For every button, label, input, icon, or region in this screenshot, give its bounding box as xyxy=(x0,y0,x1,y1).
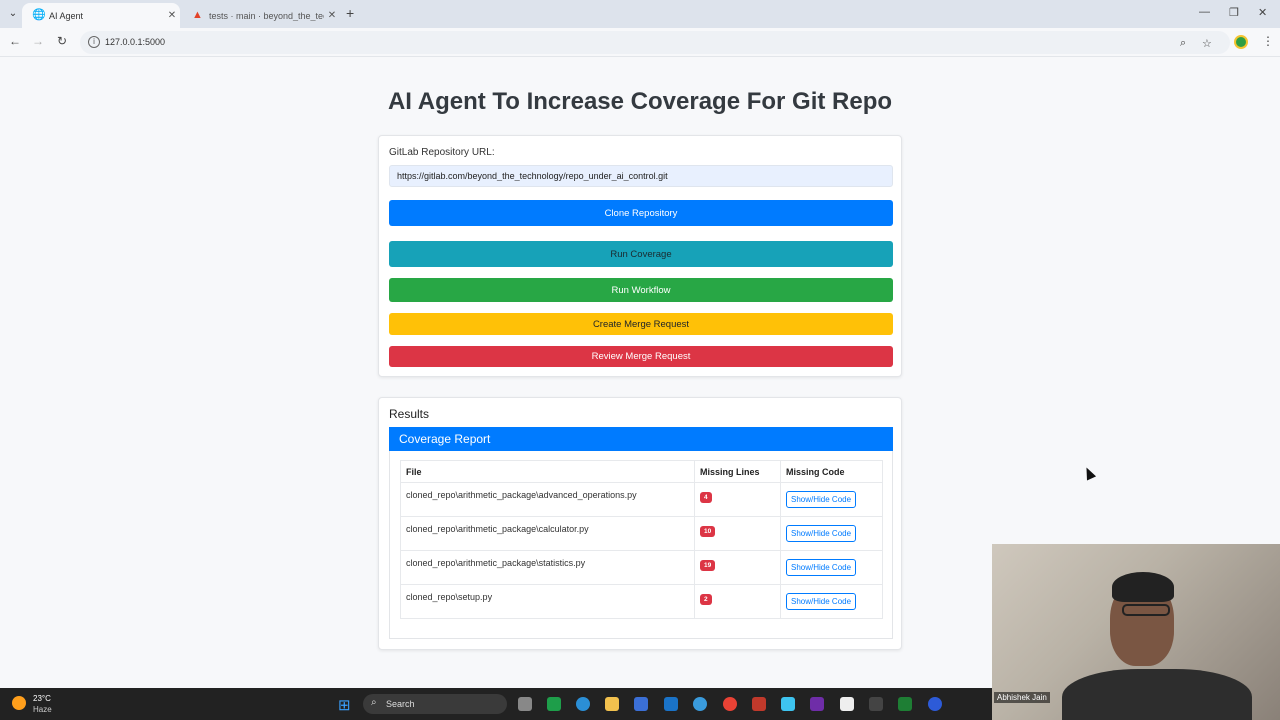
column-header-missing-lines: Missing Lines xyxy=(694,460,781,483)
file-cell: cloned_repo\arithmetic_package\advanced_… xyxy=(400,482,695,517)
show-hide-code-button[interactable]: Show/Hide Code xyxy=(786,525,857,542)
mouse-cursor-icon xyxy=(1081,465,1097,481)
show-hide-code-button[interactable]: Show/Hide Code xyxy=(786,593,857,610)
zoom-app-icon[interactable] xyxy=(928,697,942,711)
webcam-person-glasses xyxy=(1122,604,1170,616)
globe-icon: 🌐 xyxy=(32,9,46,21)
missing-lines-badge: 2 xyxy=(700,594,712,605)
app-icon[interactable] xyxy=(752,697,766,711)
taskbar-search[interactable]: ⌕ Search xyxy=(363,694,507,714)
coverage-table: File Missing Lines Missing Code cloned_r… xyxy=(400,460,883,619)
taskbar-search-label: Search xyxy=(386,699,415,709)
results-title: Results xyxy=(389,407,430,421)
file-explorer-icon[interactable] xyxy=(605,697,619,711)
missing-lines-badge: 19 xyxy=(700,560,716,571)
missing-lines-cell: 2 xyxy=(694,584,781,619)
table-row: cloned_repo\arithmetic_package\calculato… xyxy=(400,516,883,551)
repo-url-label: GitLab Repository URL: xyxy=(389,147,495,158)
menu-kebab-icon[interactable]: ⋮ xyxy=(1262,34,1274,48)
table-row: cloned_repo\arithmetic_package\statistic… xyxy=(400,550,883,585)
minimize-icon[interactable]: — xyxy=(1199,6,1210,18)
address-bar[interactable]: i 127.0.0.1:5000 ⌕ ☆ xyxy=(80,31,1230,54)
column-header-missing-code: Missing Code xyxy=(780,460,883,483)
docker-icon[interactable] xyxy=(693,697,707,711)
new-tab-icon[interactable]: + xyxy=(346,5,354,21)
file-cell: cloned_repo\arithmetic_package\statistic… xyxy=(400,550,695,585)
file-cell: cloned_repo\arithmetic_package\calculato… xyxy=(400,516,695,551)
coverage-report-body: File Missing Lines Missing Code cloned_r… xyxy=(389,451,893,639)
windows-start-icon[interactable]: ⊞ xyxy=(338,696,351,714)
store-icon[interactable] xyxy=(634,697,648,711)
search-icon: ⌕ xyxy=(371,697,377,708)
address-url: 127.0.0.1:5000 xyxy=(105,37,166,47)
table-row: cloned_repo\arithmetic_package\advanced_… xyxy=(400,482,883,517)
zoom-icon[interactable]: ⌕ xyxy=(1180,37,1186,50)
show-hide-code-button[interactable]: Show/Hide Code xyxy=(786,559,857,576)
restore-icon[interactable]: ❐ xyxy=(1229,6,1239,19)
tab-title: tests · main · beyond_the_techn xyxy=(209,10,324,21)
missing-code-cell: Show/Hide Code xyxy=(780,584,883,619)
results-card: Results Coverage Report File Missing Lin… xyxy=(378,397,902,650)
reload-icon[interactable]: ↻ xyxy=(54,34,70,48)
webcam-name-label: Abhishek Jain xyxy=(994,692,1050,703)
table-row: cloned_repo\setup.py 2 Show/Hide Code xyxy=(400,584,883,619)
task-view-icon[interactable] xyxy=(518,697,532,711)
browser-toolbar: ← → ↻ i 127.0.0.1:5000 ⌕ ☆ xyxy=(0,28,1280,57)
back-icon[interactable]: ← xyxy=(7,34,23,48)
chrome-icon[interactable] xyxy=(723,697,737,711)
webcam-person-hair xyxy=(1112,572,1174,602)
missing-lines-cell: 19 xyxy=(694,550,781,585)
missing-code-cell: Show/Hide Code xyxy=(780,516,883,551)
table-header-row: File Missing Lines Missing Code xyxy=(400,460,883,483)
review-merge-request-button[interactable]: Review Merge Request xyxy=(389,346,893,367)
gitlab-icon: ▲ xyxy=(192,9,203,21)
missing-code-cell: Show/Hide Code xyxy=(780,550,883,585)
column-header-file: File xyxy=(400,460,695,483)
terminal-icon[interactable] xyxy=(869,697,883,711)
repo-url-input[interactable] xyxy=(389,165,893,187)
file-cell: cloned_repo\setup.py xyxy=(400,584,695,619)
bookmark-star-icon[interactable]: ☆ xyxy=(1202,37,1212,50)
edge-icon[interactable] xyxy=(576,697,590,711)
missing-lines-cell: 10 xyxy=(694,516,781,551)
create-merge-request-button[interactable]: Create Merge Request xyxy=(389,313,893,335)
weather-icon[interactable] xyxy=(12,696,26,710)
profile-avatar[interactable] xyxy=(1234,35,1248,49)
browser-tabstrip: ⌄ 🌐 AI Agent ✕ ▲ tests · main · beyond_t… xyxy=(0,0,1280,28)
repo-form-card: GitLab Repository URL: Clone Repository … xyxy=(378,135,902,377)
excel-icon[interactable] xyxy=(898,697,912,711)
missing-lines-badge: 10 xyxy=(700,526,716,537)
missing-lines-badge: 4 xyxy=(700,492,712,503)
missing-lines-cell: 4 xyxy=(694,482,781,517)
outlook-icon[interactable] xyxy=(664,697,678,711)
forward-icon[interactable]: → xyxy=(30,34,46,48)
weather-condition: Haze xyxy=(33,705,52,714)
tab-ai-agent[interactable]: 🌐 AI Agent ✕ xyxy=(22,3,180,28)
clone-repository-button[interactable]: Clone Repository xyxy=(389,200,893,226)
missing-code-cell: Show/Hide Code xyxy=(780,482,883,517)
coverage-report-header: Coverage Report xyxy=(389,427,893,451)
close-tab-icon[interactable]: ✕ xyxy=(164,10,180,21)
pycharm-icon[interactable] xyxy=(547,697,561,711)
weather-temperature: 23°C xyxy=(33,694,51,703)
intellij-icon[interactable] xyxy=(810,697,824,711)
site-info-icon[interactable]: i xyxy=(88,36,100,48)
tab-title: AI Agent xyxy=(49,10,84,21)
tab-search-icon[interactable]: ⌄ xyxy=(4,5,22,23)
webcam-person-body xyxy=(1062,669,1252,720)
page-title: AI Agent To Increase Coverage For Git Re… xyxy=(387,88,893,115)
notepad-icon[interactable] xyxy=(840,697,854,711)
close-tab-icon[interactable]: ✕ xyxy=(324,10,340,21)
vscode-icon[interactable] xyxy=(781,697,795,711)
close-window-icon[interactable]: ✕ xyxy=(1258,6,1267,19)
run-coverage-button[interactable]: Run Coverage xyxy=(389,241,893,267)
tab-gitlab-tests[interactable]: ▲ tests · main · beyond_the_techn ✕ xyxy=(182,3,340,28)
show-hide-code-button[interactable]: Show/Hide Code xyxy=(786,491,857,508)
run-workflow-button[interactable]: Run Workflow xyxy=(389,278,893,302)
webcam-overlay: Abhishek Jain xyxy=(992,544,1280,720)
